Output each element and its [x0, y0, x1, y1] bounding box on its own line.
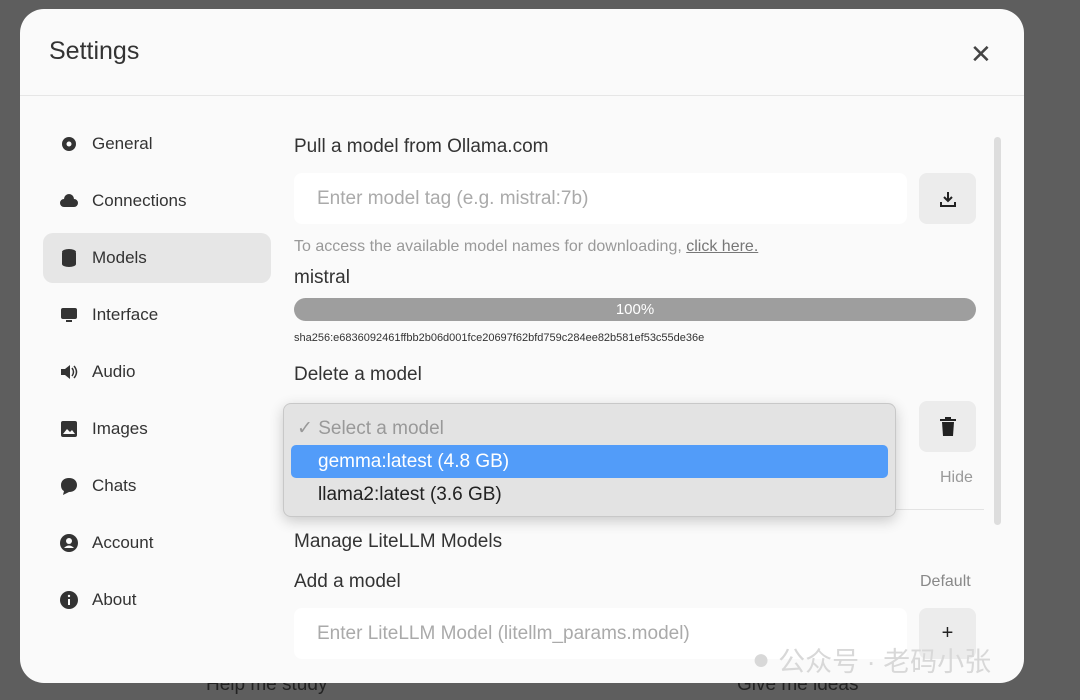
image-icon	[61, 421, 77, 437]
model-select-dropdown[interactable]: ✓ Select a model gemma:latest (4.8 GB) l…	[283, 403, 896, 517]
sidebar-item-label: Interface	[92, 305, 159, 324]
sidebar-item-label: Connections	[92, 191, 187, 210]
option-label: Select a model	[318, 418, 444, 439]
litellm-heading: Manage LiteLLM Models	[294, 531, 503, 552]
modal-title: Settings	[49, 37, 140, 65]
speaker-icon	[61, 365, 78, 379]
download-icon	[939, 191, 956, 207]
download-button[interactable]	[919, 173, 976, 224]
pull-hint: To access the available model names for …	[294, 238, 682, 255]
pull-progress-bar: 100%	[294, 298, 976, 321]
settings-modal: Settings ✕ General Connections Models In…	[20, 9, 1024, 683]
sidebar-item-label: General	[92, 134, 153, 153]
header-divider	[20, 95, 1024, 96]
delete-button[interactable]	[919, 401, 976, 452]
pull-model-heading: Pull a model from Ollama.com	[294, 136, 549, 157]
wechat-icon: ●	[752, 642, 771, 676]
sidebar-item-label: About	[92, 590, 137, 609]
database-icon	[62, 249, 76, 267]
pulling-model-name: mistral	[294, 267, 350, 288]
sidebar-item-label: Audio	[92, 362, 136, 381]
sidebar-item-label: Account	[92, 533, 154, 552]
sidebar-item-account[interactable]: Account	[43, 518, 271, 568]
model-tag-input[interactable]: Enter model tag (e.g. mistral:7b)	[294, 173, 907, 224]
default-label: Default	[920, 573, 971, 590]
sidebar-item-label: Images	[92, 419, 148, 438]
watermark: ● 公众号 · 老码小张	[752, 640, 991, 679]
trash-icon	[939, 416, 956, 436]
sidebar-item-interface[interactable]: Interface	[43, 290, 271, 340]
sidebar-item-general[interactable]: General	[43, 119, 271, 169]
sidebar-item-audio[interactable]: Audio	[43, 347, 271, 397]
user-circle-icon	[60, 534, 78, 552]
monitor-icon	[61, 308, 77, 322]
hide-toggle[interactable]: Hide	[940, 469, 973, 487]
model-digest: sha256:e6836092461ffbb2b06d001fce20697f6…	[294, 332, 705, 344]
dropdown-option-gemma[interactable]: gemma:latest (4.8 GB)	[291, 445, 888, 478]
delete-model-heading: Delete a model	[294, 364, 422, 385]
scrollbar[interactable]	[994, 137, 1001, 525]
dropdown-option-llama2[interactable]: llama2:latest (3.6 GB)	[291, 478, 888, 511]
sidebar-item-label: Models	[92, 248, 147, 267]
sidebar-item-chats[interactable]: Chats	[43, 461, 271, 511]
watermark-text: 公众号 · 老码小张	[778, 647, 992, 677]
sidebar-item-label: Chats	[92, 476, 137, 495]
sidebar-item-about[interactable]: About	[43, 575, 271, 625]
sidebar-item-connections[interactable]: Connections	[43, 176, 271, 226]
sidebar-item-models[interactable]: Models	[43, 233, 271, 283]
sidebar-item-images[interactable]: Images	[43, 404, 271, 454]
click-here-link[interactable]: click here.	[686, 238, 758, 255]
cloud-icon	[60, 194, 78, 207]
close-icon[interactable]: ✕	[970, 39, 992, 70]
dropdown-option-placeholder[interactable]: ✓ Select a model	[291, 412, 888, 445]
gear-icon	[62, 137, 76, 151]
add-model-heading: Add a model	[294, 571, 401, 592]
info-icon	[60, 591, 78, 609]
chat-bubble-icon	[61, 478, 77, 495]
